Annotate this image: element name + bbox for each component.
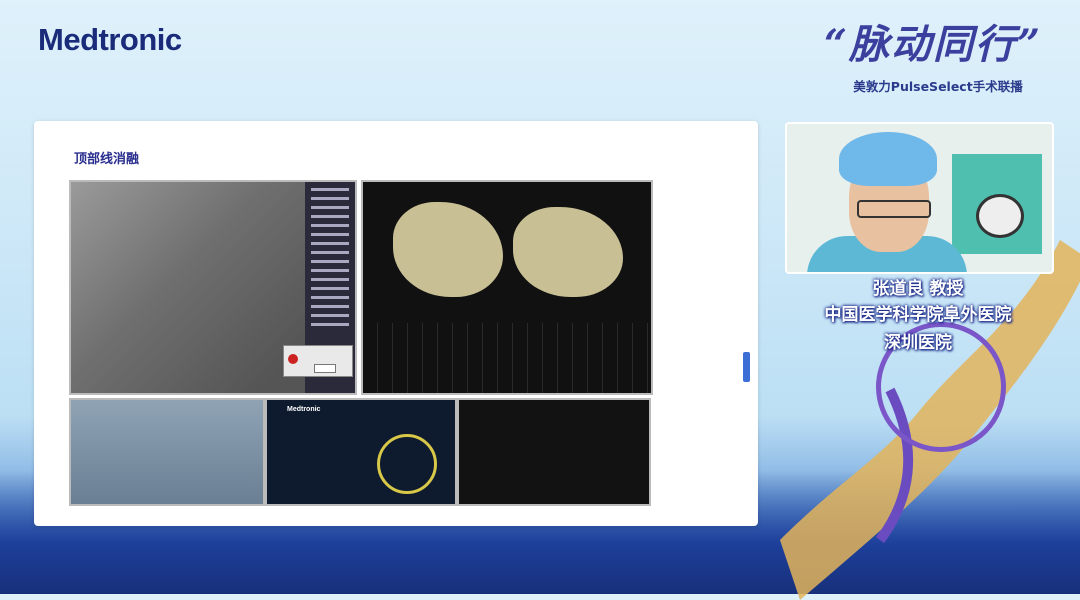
fluoroscopy-pane <box>69 180 357 395</box>
event-subtitle: 美敦力PulseSelect手术联播 <box>853 79 1023 94</box>
wall-clock <box>976 194 1024 238</box>
dialog-ok-button[interactable] <box>314 364 336 373</box>
speaker-affiliation: 中国医学科学院阜外医院 <box>824 305 1012 325</box>
slide-side-tab[interactable] <box>743 352 750 382</box>
slide-title: 顶部线消融 <box>74 152 140 167</box>
right-view-map <box>513 207 623 297</box>
error-icon <box>288 354 298 364</box>
medtronic-logo: Medtronic <box>38 22 182 57</box>
operating-room-video <box>69 398 265 506</box>
catheter-electrode-dial <box>377 434 437 494</box>
surgical-cap <box>839 132 937 186</box>
presentation-slide: 顶部线消融 Medtronic <box>34 121 758 526</box>
ecg-recording-pane <box>457 398 651 506</box>
speaker-name: 张道良 教授 <box>872 279 964 299</box>
left-atrium-map <box>393 202 503 297</box>
pfa-generator-screen: Medtronic <box>265 398 457 506</box>
3d-mapping-pane <box>361 180 653 395</box>
glasses <box>857 200 931 218</box>
speaker-webcam <box>785 122 1054 274</box>
generator-brand: Medtronic <box>287 406 321 413</box>
event-title: “脉动同行” <box>823 21 1042 68</box>
speaker-affiliation-branch: 深圳医院 <box>884 333 952 353</box>
error-dialog[interactable] <box>283 345 353 377</box>
ecg-strip <box>363 323 651 393</box>
